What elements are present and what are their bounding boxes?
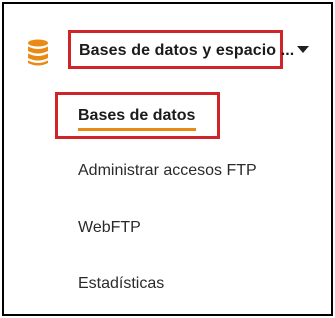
menu-panel: Bases de datos y espacio ... Bases de da… [2,2,333,316]
caret-down-icon[interactable] [297,46,309,53]
database-icon [28,39,48,66]
submenu-item-administrar-accesos-ftp[interactable]: Administrar accesos FTP [78,162,257,180]
submenu-item-bases-de-datos[interactable]: Bases de datos [78,107,195,125]
active-underline [78,128,196,131]
active-item-highlight[interactable]: Bases de datos [55,92,220,139]
section-title: Bases de datos y espacio ... [79,42,295,59]
section-header-highlight[interactable]: Bases de datos y espacio ... [68,30,294,69]
submenu-item-webftp[interactable]: WebFTP [78,219,141,237]
submenu-item-estadisticas[interactable]: Estadísticas [78,275,164,293]
